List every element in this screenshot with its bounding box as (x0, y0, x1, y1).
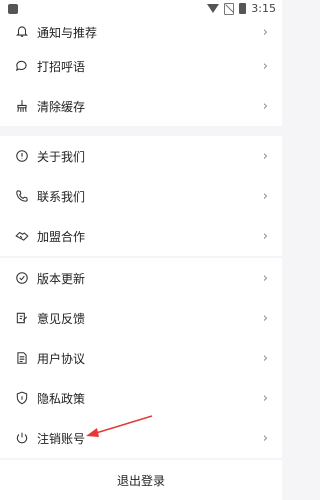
row-user-agreement[interactable]: 用户协议 › (0, 338, 282, 378)
document-icon (14, 350, 30, 366)
edit-note-icon (14, 310, 30, 326)
row-version-update[interactable]: 版本更新 › (0, 258, 282, 298)
logout-button[interactable]: 退出登录 (0, 460, 282, 500)
row-delete-account[interactable]: 注销账号 › (0, 418, 282, 458)
row-label: 联系我们 (37, 189, 86, 204)
row-label: 清除缓存 (37, 99, 86, 114)
wifi-icon (207, 4, 220, 13)
phone-icon (14, 188, 30, 204)
row-privacy-policy[interactable]: 隐私政策 › (0, 378, 282, 418)
chevron-right-icon: › (262, 390, 268, 406)
chevron-right-icon: › (262, 310, 268, 326)
handshake-icon (14, 228, 30, 244)
row-label: 隐私政策 (37, 391, 86, 406)
row-label: 用户协议 (37, 351, 86, 366)
row-greeting[interactable]: 打招呼语 › (0, 46, 282, 86)
chevron-right-icon: › (262, 98, 268, 114)
row-label: 关于我们 (37, 149, 86, 164)
power-icon (14, 430, 30, 446)
row-label: 意见反馈 (37, 311, 86, 326)
status-time: 3:15 (251, 2, 276, 15)
chevron-right-icon: › (262, 430, 268, 446)
row-notifications[interactable]: 通知与推荐 › (0, 18, 282, 46)
broom-icon (14, 98, 30, 114)
settings-group-general: 通知与推荐 › 打招呼语 › 清除缓存 › (0, 18, 282, 126)
row-label: 版本更新 (37, 271, 86, 286)
battery-icon (239, 3, 247, 14)
row-about-us[interactable]: 关于我们 › (0, 136, 282, 176)
row-clear-cache[interactable]: 清除缓存 › (0, 86, 282, 126)
chevron-right-icon: › (262, 188, 268, 204)
row-contact-us[interactable]: 联系我们 › (0, 176, 282, 216)
info-circle-icon (14, 148, 30, 164)
notification-icon (8, 4, 18, 14)
status-bar: 3:15 (0, 0, 282, 18)
status-icons: 3:15 (207, 2, 276, 15)
settings-group-about: 关于我们 › 联系我们 › 加盟合作 › (0, 136, 282, 256)
row-label: 通知与推荐 (37, 25, 98, 40)
row-feedback[interactable]: 意见反馈 › (0, 298, 282, 338)
row-label: 注销账号 (37, 431, 86, 446)
chevron-right-icon: › (262, 148, 268, 164)
settings-group-legal: 版本更新 › 意见反馈 › 用户协议 › 隐私政策 › 注销账号 › (0, 258, 282, 458)
shield-icon (14, 390, 30, 406)
no-sim-icon (224, 2, 235, 15)
chevron-right-icon: › (262, 228, 268, 244)
chevron-right-icon: › (262, 24, 268, 40)
chevron-right-icon: › (262, 350, 268, 366)
row-label: 加盟合作 (37, 229, 86, 244)
chevron-right-icon: › (262, 270, 268, 286)
row-label: 打招呼语 (37, 59, 86, 74)
row-join-cooperation[interactable]: 加盟合作 › (0, 216, 282, 256)
bell-icon (14, 23, 30, 39)
chevron-right-icon: › (262, 58, 268, 74)
chat-bubble-icon (14, 58, 30, 74)
check-circle-icon (14, 270, 30, 286)
